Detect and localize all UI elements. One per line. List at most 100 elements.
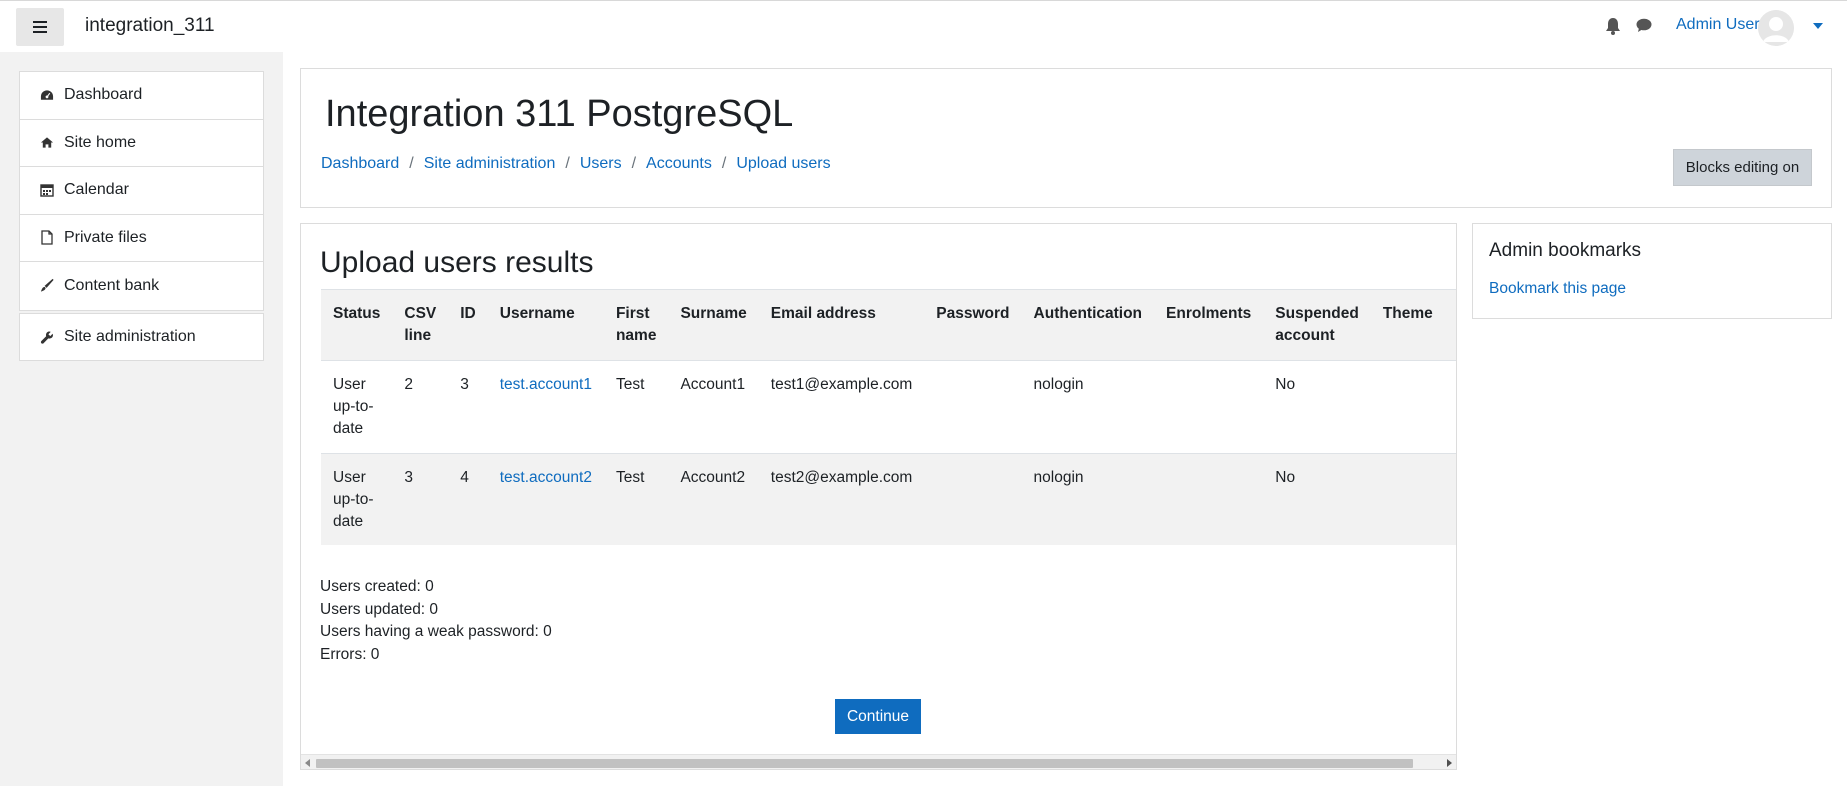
- upload-stats: Users created: 0 Users updated: 0 Users …: [320, 576, 552, 666]
- dashboard-icon: [40, 88, 54, 102]
- column-header-enrolments: Enrolments: [1154, 289, 1264, 361]
- page-header: Integration 311 PostgreSQL Dashboard / S…: [300, 68, 1832, 208]
- cell-username: test.account1: [487, 360, 604, 454]
- breadcrumb-separator: /: [409, 155, 414, 172]
- nav-item-content-bank[interactable]: Content bank: [20, 262, 263, 310]
- column-header-authentication: Authentication: [1021, 289, 1155, 361]
- results-table-wrapper: Status CSV line ID Username First name S…: [321, 289, 1456, 545]
- nav-item-label: Private files: [64, 228, 147, 246]
- user-menu-name[interactable]: Admin User: [1676, 16, 1760, 34]
- column-header-delete: Dele: [1444, 289, 1456, 361]
- bookmark-page-link[interactable]: Bookmark this page: [1489, 280, 1626, 298]
- cell-password: [924, 360, 1022, 454]
- file-icon: [40, 230, 54, 245]
- cell-suspended: No: [1263, 360, 1371, 454]
- bell-icon[interactable]: [1605, 17, 1621, 40]
- drawer-toggle-button[interactable]: [16, 8, 64, 46]
- cell-status: User up-to-date: [321, 360, 393, 454]
- wrench-icon: [40, 330, 54, 344]
- table-header-row: Status CSV line ID Username First name S…: [321, 289, 1456, 361]
- breadcrumb-users[interactable]: Users: [580, 155, 622, 173]
- username-link[interactable]: test.account2: [500, 469, 592, 486]
- brush-icon: [40, 279, 54, 293]
- column-header-password: Password: [924, 289, 1022, 361]
- cell-delete: [1444, 360, 1456, 454]
- calendar-icon: [40, 183, 54, 197]
- stat-errors: Errors: 0: [320, 645, 380, 663]
- scrollbar-thumb[interactable]: [316, 759, 1413, 768]
- column-header-email: Email address: [758, 289, 925, 361]
- avatar[interactable]: [1758, 10, 1794, 46]
- block-title: Admin bookmarks: [1489, 240, 1642, 261]
- results-heading: Upload users results: [320, 246, 594, 279]
- nav-item-dashboard[interactable]: Dashboard: [20, 72, 263, 120]
- admin-bookmarks-block: Admin bookmarks Bookmark this page: [1472, 223, 1832, 319]
- cell-authentication: nologin: [1021, 453, 1155, 545]
- cell-enrolments: [1154, 360, 1264, 454]
- chevron-down-icon[interactable]: [1813, 23, 1823, 29]
- nav-item-private-files[interactable]: Private files: [20, 215, 263, 262]
- table-row: User up-to-date 3 4 test.account2 Test A…: [321, 453, 1456, 545]
- breadcrumb-site-administration[interactable]: Site administration: [424, 155, 556, 173]
- blocks-editing-button[interactable]: Blocks editing on: [1673, 149, 1812, 186]
- column-header-csv-line: CSV line: [392, 289, 449, 361]
- cell-theme: [1370, 453, 1445, 545]
- stat-users-created: Users created: 0: [320, 578, 434, 595]
- breadcrumb-separator: /: [565, 155, 570, 172]
- top-navbar: integration_311 Admin User: [0, 0, 1847, 52]
- breadcrumb-upload-users[interactable]: Upload users: [736, 155, 830, 173]
- page-title: Integration 311 PostgreSQL: [325, 93, 794, 135]
- breadcrumb-dashboard[interactable]: Dashboard: [321, 155, 399, 173]
- results-table: Status CSV line ID Username First name S…: [321, 289, 1456, 545]
- breadcrumb: Dashboard / Site administration / Users …: [321, 155, 831, 173]
- nav-item-label: Site administration: [64, 328, 196, 345]
- cell-csv-line: 3: [392, 453, 449, 545]
- nav-item-label: Dashboard: [64, 86, 143, 104]
- column-header-id: ID: [448, 289, 488, 361]
- cell-password: [924, 453, 1022, 545]
- home-icon: [40, 136, 54, 150]
- cell-delete: [1444, 453, 1456, 545]
- site-name-link[interactable]: integration_311: [85, 15, 215, 37]
- username-link[interactable]: test.account1: [500, 376, 592, 393]
- stat-weak-password: Users having a weak password: 0: [320, 623, 552, 640]
- horizontal-scrollbar[interactable]: [301, 754, 1456, 769]
- cell-id: 4: [448, 453, 488, 545]
- cell-enrolments: [1154, 453, 1264, 545]
- cell-csv-line: 2: [392, 360, 449, 454]
- cell-surname: Account2: [668, 453, 759, 545]
- cell-first-name: Test: [603, 453, 669, 545]
- nav-item-label: Site home: [64, 133, 137, 151]
- column-header-first-name: First name: [603, 289, 669, 361]
- continue-button[interactable]: Continue: [835, 699, 921, 734]
- breadcrumb-accounts[interactable]: Accounts: [646, 155, 712, 173]
- column-header-surname: Surname: [668, 289, 759, 361]
- scroll-left-arrow-icon[interactable]: [305, 759, 310, 767]
- nav-item-label: Calendar: [64, 181, 129, 199]
- breadcrumb-separator: /: [721, 155, 727, 172]
- nav-item-calendar[interactable]: Calendar: [20, 167, 263, 215]
- chat-icon[interactable]: [1636, 18, 1652, 38]
- hamburger-icon: [33, 21, 47, 33]
- cell-username: test.account2: [487, 453, 604, 545]
- cell-status: User up-to-date: [321, 453, 393, 545]
- breadcrumb-separator: /: [631, 155, 637, 172]
- nav-item-site-administration[interactable]: Site administration: [20, 314, 263, 360]
- cell-authentication: nologin: [1021, 360, 1155, 454]
- table-row: User up-to-date 2 3 test.account1 Test A…: [321, 360, 1456, 454]
- column-header-suspended: Suspended account: [1263, 289, 1371, 361]
- cell-id: 3: [448, 360, 488, 454]
- stat-users-updated: Users updated: 0: [320, 600, 439, 618]
- column-header-username: Username: [487, 289, 604, 361]
- nav-drawer: Dashboard Site home Calendar Private fil…: [0, 52, 283, 786]
- scroll-right-arrow-icon[interactable]: [1447, 759, 1452, 767]
- cell-suspended: No: [1263, 453, 1371, 545]
- nav-item-label: Content bank: [64, 276, 160, 294]
- cell-email: test1@example.com: [758, 360, 925, 454]
- nav-item-site-home[interactable]: Site home: [20, 120, 263, 167]
- nav-group-admin: Site administration: [19, 313, 264, 361]
- column-header-theme: Theme: [1370, 289, 1445, 361]
- content-region: Upload users results Status CSV line ID …: [300, 223, 1457, 770]
- column-header-status: Status: [321, 289, 393, 361]
- cell-theme: [1370, 360, 1445, 454]
